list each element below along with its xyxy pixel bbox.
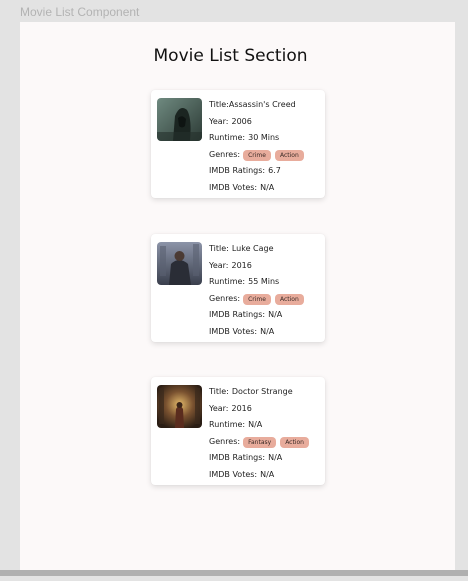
title-row: Title: Doctor Strange [209, 384, 321, 401]
bottom-scrollbar[interactable] [0, 570, 468, 576]
movie-title: Doctor Strange [231, 387, 293, 396]
movie-runtime: 55 Mins [248, 277, 280, 287]
movie-year: 2006 [231, 116, 252, 126]
runtime-row: Runtime: 30 Mins [209, 130, 321, 147]
runtime-label: Runtime: [209, 420, 246, 430]
genres-label: Genres: [209, 149, 241, 159]
movie-rating: N/A [268, 310, 283, 320]
movie-title: Assassin's Creed [228, 100, 296, 109]
year-label: Year: [209, 116, 229, 126]
genre-tag[interactable]: Action [274, 149, 304, 161]
movie-title: Luke Cage [231, 244, 274, 253]
year-label: Year: [209, 260, 229, 270]
title-label: Title: [209, 100, 229, 109]
votes-row: IMDB Votes: N/A [209, 180, 321, 197]
movie-runtime: N/A [248, 420, 263, 430]
title-label: Title: [209, 244, 229, 253]
year-row: Year: 2016 [209, 258, 321, 275]
votes-label: IMDB Votes: [209, 469, 258, 479]
genre-tag[interactable]: Crime [243, 149, 271, 161]
genre-tag[interactable]: Action [280, 436, 309, 448]
movie-poster [157, 385, 202, 428]
movie-votes: N/A [260, 326, 275, 336]
votes-row: IMDB Votes: N/A [209, 467, 321, 484]
movie-year: 2016 [231, 403, 252, 413]
genres-label: Genres: [209, 436, 241, 446]
genres-row: Genres: Fantasy Action [209, 434, 321, 451]
rating-label: IMDB Ratings: [209, 166, 266, 176]
year-row: Year: 2006 [209, 114, 321, 131]
rating-row: IMDB Ratings: N/A [209, 450, 321, 467]
genres-label: Genres: [209, 293, 241, 303]
movie-card[interactable]: Title: Doctor Strange Year: 2016 Runtime: N… [151, 377, 325, 485]
movie-votes: N/A [260, 469, 275, 479]
poster-image-sorcerer [157, 385, 202, 428]
genres-row: Genres: Crime Action [209, 147, 321, 164]
runtime-label: Runtime: [209, 133, 246, 143]
genres-row: Genres: Crime Action [209, 291, 321, 308]
runtime-label: Runtime: [209, 277, 246, 287]
movie-poster [157, 242, 202, 285]
year-label: Year: [209, 403, 229, 413]
rating-label: IMDB Ratings: [209, 310, 266, 320]
title-label: Title: [209, 387, 229, 396]
runtime-row: Runtime: N/A [209, 417, 321, 434]
movie-card[interactable]: Title: Luke Cage Year: 2016 Runtime: 55 Min… [151, 234, 325, 342]
movie-rating: 6.7 [268, 166, 281, 176]
movie-runtime: 30 Mins [248, 133, 280, 143]
title-row: Title: Luke Cage [209, 241, 321, 258]
rating-label: IMDB Ratings: [209, 453, 266, 463]
movie-votes: N/A [260, 182, 275, 192]
votes-row: IMDB Votes: N/A [209, 324, 321, 341]
runtime-row: Runtime: 55 Mins [209, 274, 321, 291]
movie-year: 2016 [231, 260, 252, 270]
movie-card[interactable]: Title: Assassin's Creed Year: 2006 Runtime… [151, 90, 325, 198]
genre-tag[interactable]: Action [274, 293, 304, 305]
movie-poster [157, 98, 202, 141]
movie-list-frame: Movie List Section Title: Assassin's Cree… [20, 22, 455, 570]
rating-row: IMDB Ratings: 6.7 [209, 163, 321, 180]
poster-image-hooded-figure [157, 98, 202, 141]
votes-label: IMDB Votes: [209, 326, 258, 336]
genre-tag[interactable]: Fantasy [243, 436, 277, 448]
rating-row: IMDB Ratings: N/A [209, 307, 321, 324]
section-title: Movie List Section [153, 46, 308, 66]
poster-image-man-in-hoodie [157, 242, 202, 285]
movie-rating: N/A [268, 453, 283, 463]
year-row: Year: 2016 [209, 401, 321, 418]
genre-tag[interactable]: Crime [243, 293, 271, 305]
frame-title: Movie List Component [20, 5, 140, 19]
votes-label: IMDB Votes: [209, 182, 258, 192]
title-row: Title: Assassin's Creed [209, 97, 321, 114]
